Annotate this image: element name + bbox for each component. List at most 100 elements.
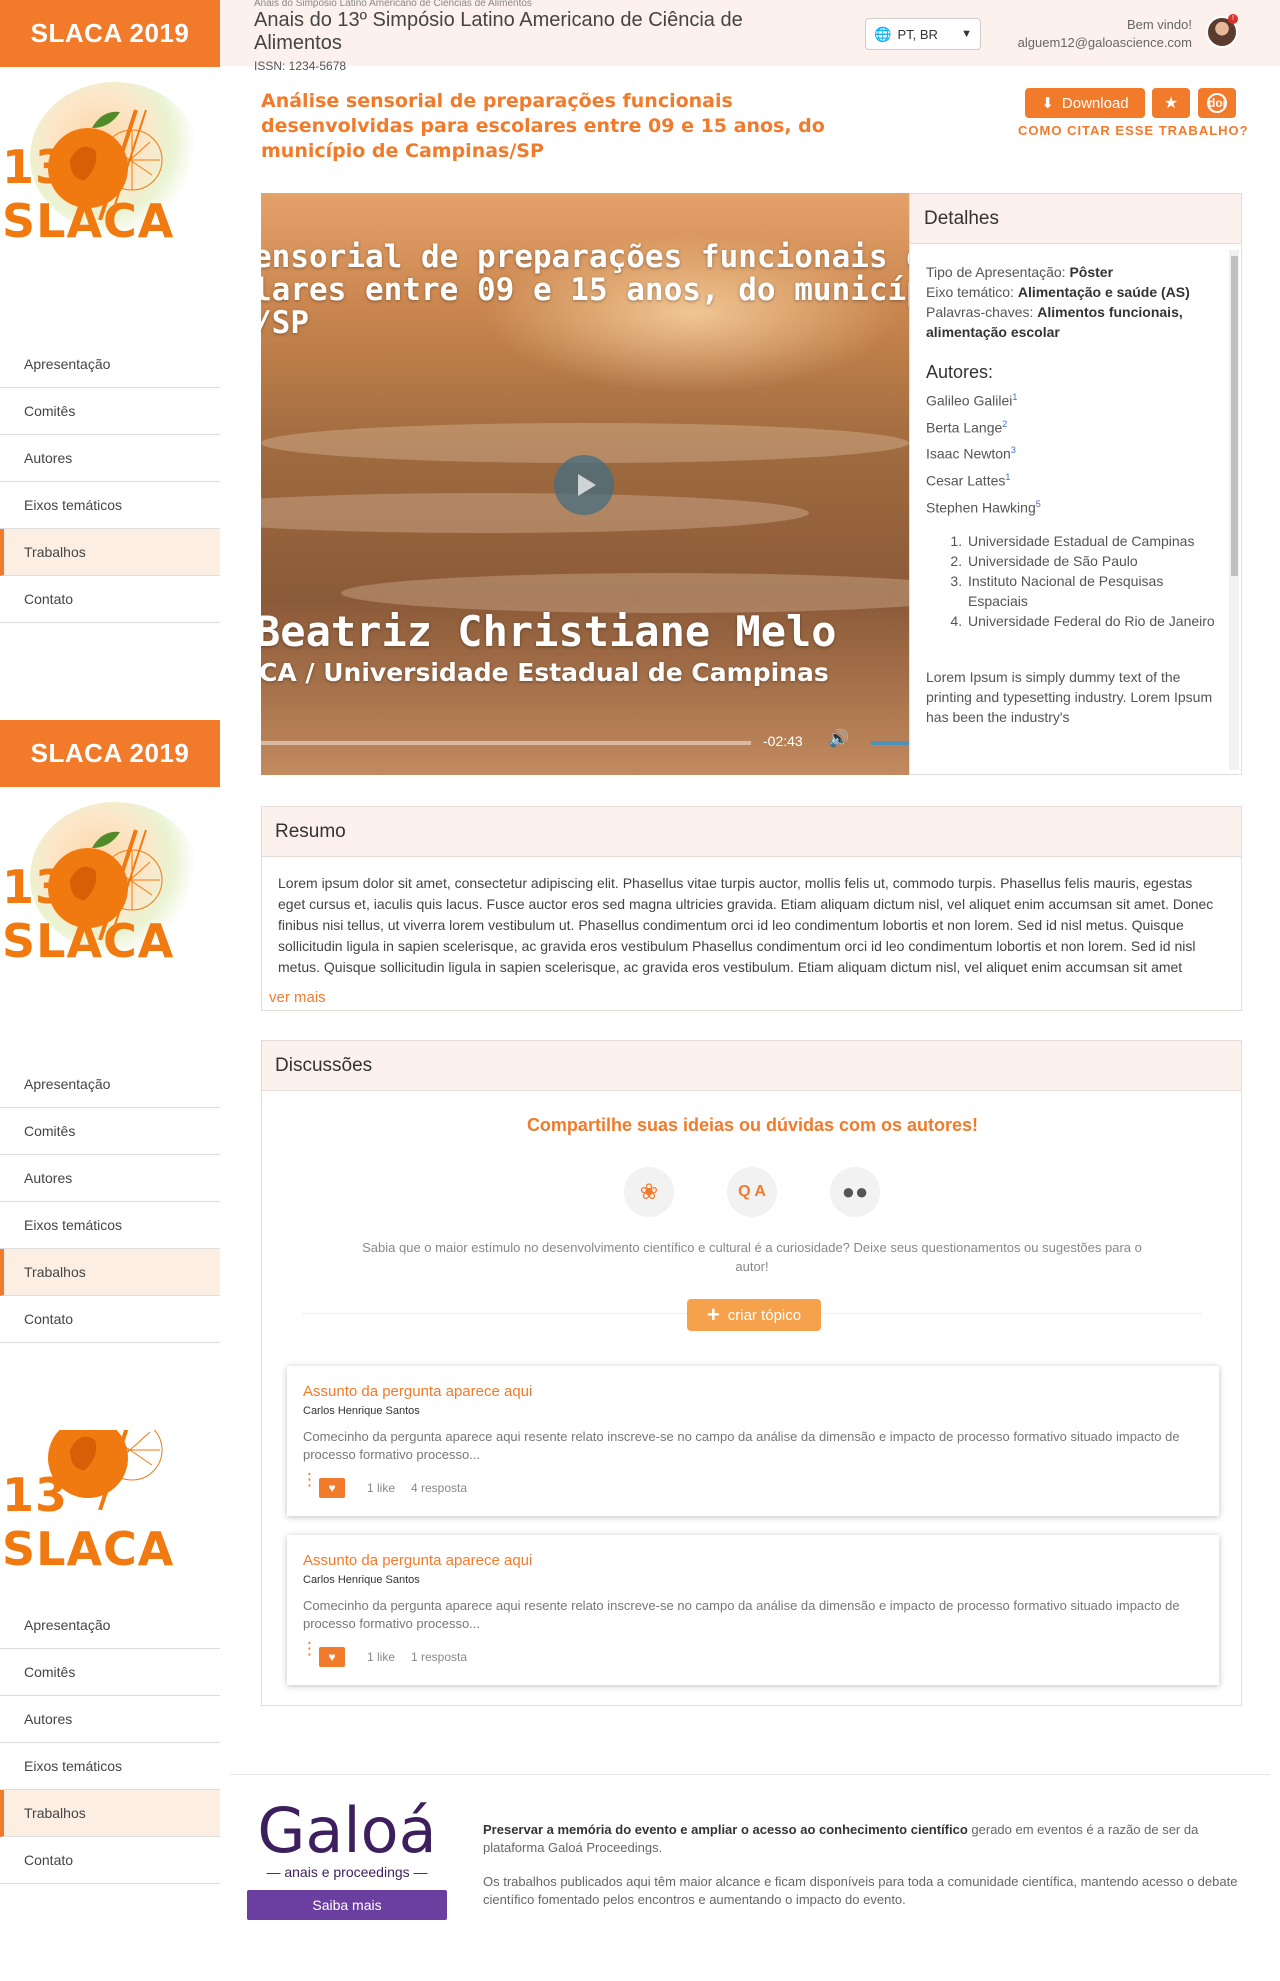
chevron-down-icon: ▼	[961, 28, 972, 40]
sidebar-item-label: Eixos temáticos	[24, 1217, 123, 1233]
read-more-link[interactable]: ver mais	[269, 989, 326, 1006]
video-presenter: Beatriz Christiane Melo	[261, 607, 837, 656]
video-player[interactable]: ensorial de preparações funcionais desen…	[261, 193, 909, 775]
presentation-type: Pôster	[1069, 264, 1114, 280]
sidebar-item-autores[interactable]: Autores	[0, 435, 220, 482]
star-icon: ★	[1163, 95, 1179, 112]
sidebar-item-contato[interactable]: Contato	[0, 576, 220, 623]
discussions-card: Discussões Compartilhe suas ideias ou dú…	[261, 1040, 1242, 1706]
proceedings-small-title: Anais do Simpósio Latino Americano de Ci…	[254, 0, 532, 9]
sidebar-item-label: Trabalhos	[24, 1264, 86, 1280]
author-item[interactable]: Cesar Lattes1	[926, 466, 1216, 493]
sidebar-item-autores[interactable]: Autores	[0, 1696, 220, 1743]
details-body: Tipo de Apresentação: Pôster Eixo temáti…	[926, 262, 1216, 727]
author-item[interactable]: Berta Lange2	[926, 413, 1216, 440]
topic-preview: Comecinho da pergunta aparece aqui resen…	[303, 1429, 1180, 1462]
sidebar-item-comites[interactable]: Comitês	[0, 388, 220, 435]
issn: ISSN: 1234-5678	[254, 59, 347, 73]
affiliation-item: Universidade Federal do Rio de Janeiro	[966, 611, 1216, 631]
abstract-heading: Resumo	[262, 807, 1241, 857]
user-email: alguem12@galoascience.com	[1017, 35, 1192, 50]
like-button[interactable]: ♥	[319, 1647, 345, 1667]
video-title-overlay: ensorial de preparações funcionais desen…	[261, 239, 909, 341]
reply-count[interactable]: 4 resposta	[411, 1481, 467, 1495]
authors-heading: Autores:	[926, 362, 994, 382]
details-description: Lorem Ipsum is simply dummy text of the …	[926, 669, 1213, 726]
user-info[interactable]: Bem vindo! alguem12@galoascience.com	[1018, 16, 1192, 52]
top-header: Anais do Simpósio Latino Americano de Ci…	[220, 0, 1280, 73]
sidebar-item-eixos[interactable]: Eixos temáticos	[0, 1743, 220, 1790]
volume-slider[interactable]	[871, 741, 909, 745]
author-item[interactable]: Stephen Hawking5	[926, 493, 1216, 520]
sidebar-item-apresentacao[interactable]: Apresentação	[0, 1061, 220, 1108]
globe-icon: 🌐	[874, 25, 892, 42]
doi-button[interactable]: doi	[1198, 88, 1236, 118]
sidebar-item-apresentacao[interactable]: Apresentação	[0, 1602, 220, 1649]
sidebar-item-eixos[interactable]: Eixos temáticos	[0, 1202, 220, 1249]
details-scrollbar[interactable]	[1229, 250, 1239, 770]
event-logo[interactable]: 13 SLACA	[0, 790, 220, 990]
abstract-text: Lorem ipsum dolor sit amet, consectetur …	[278, 875, 1214, 975]
welcome-text: Bem vindo!	[1126, 17, 1192, 32]
detail-label: Eixo temático:	[926, 284, 1014, 300]
topic-title[interactable]: Assunto da pergunta aparece aqui	[303, 1383, 532, 1400]
event-badge[interactable]: SLACA 2019	[0, 720, 220, 787]
sidebar-item-label: Eixos temáticos	[24, 497, 123, 513]
sidebar-item-trabalhos[interactable]: Trabalhos	[0, 1790, 220, 1837]
author-item[interactable]: Isaac Newton3	[926, 439, 1216, 466]
topic-card[interactable]: Assunto da pergunta aparece aqui Carlos …	[287, 1535, 1219, 1685]
topic-title[interactable]: Assunto da pergunta aparece aqui	[303, 1552, 532, 1569]
sidebar-item-apresentacao[interactable]: Apresentação	[0, 341, 220, 388]
topic-preview: Comecinho da pergunta aparece aqui resen…	[303, 1598, 1180, 1631]
reply-count[interactable]: 1 resposta	[411, 1650, 467, 1664]
sidebar-item-label: Autores	[24, 1170, 73, 1186]
proceedings-title[interactable]: Anais do 13º Simpósio Latino Americano d…	[254, 9, 814, 55]
sidebar-item-label: Trabalhos	[24, 544, 86, 560]
video-progress-bar[interactable]	[261, 741, 751, 745]
download-button[interactable]: ⬇ Download	[1025, 88, 1145, 118]
sidebar-item-trabalhos[interactable]: Trabalhos	[0, 529, 220, 576]
sidebar-item-label: Apresentação	[24, 1076, 111, 1092]
language-value: PT, BR	[897, 26, 938, 42]
sidebar-nav: Apresentação Comitês Autores Eixos temát…	[0, 1602, 220, 1884]
sidebar-item-contato[interactable]: Contato	[0, 1296, 220, 1343]
more-options-icon[interactable]: ⋮	[301, 1471, 318, 1488]
sidebar-item-autores[interactable]: Autores	[0, 1155, 220, 1202]
affiliation-item: Universidade de São Paulo	[966, 551, 1216, 571]
sidebar-item-label: Trabalhos	[24, 1805, 86, 1821]
create-topic-button[interactable]: + criar tópico	[687, 1299, 821, 1331]
detail-label: Palavras-chaves:	[926, 304, 1034, 320]
notification-badge[interactable]: !	[1228, 14, 1238, 24]
favorite-button[interactable]: ★	[1152, 88, 1190, 118]
sidebar-item-label: Contato	[24, 1852, 74, 1868]
download-icon: ⬇	[1041, 95, 1054, 112]
event-logo[interactable]: 13 SLACA	[0, 1398, 220, 1598]
event-badge[interactable]: SLACA 2019	[0, 0, 220, 67]
more-options-icon[interactable]: ⋮	[301, 1640, 318, 1657]
affiliation-item: Instituto Nacional de Pesquisas Espaciai…	[966, 571, 1216, 611]
learn-more-button[interactable]: Saiba mais	[247, 1890, 447, 1920]
sidebar-item-label: Contato	[24, 1311, 74, 1327]
discussions-heading: Discussões	[262, 1041, 1241, 1091]
cite-link[interactable]: COMO CITAR ESSE TRABALHO?	[1018, 123, 1249, 138]
like-button[interactable]: ♥	[319, 1478, 345, 1498]
topic-card[interactable]: Assunto da pergunta aparece aqui Carlos …	[287, 1366, 1219, 1516]
people-icon: ●●	[830, 1167, 880, 1217]
volume-icon[interactable]: 🔊	[828, 729, 849, 749]
sidebar-item-trabalhos[interactable]: Trabalhos	[0, 1249, 220, 1296]
sidebar-item-contato[interactable]: Contato	[0, 1837, 220, 1884]
sidebar-nav: Apresentação Comitês Autores Eixos temát…	[0, 341, 220, 623]
event-logo[interactable]: 13 SLACA	[0, 70, 220, 270]
play-button[interactable]	[554, 455, 614, 515]
sidebar-item-eixos[interactable]: Eixos temáticos	[0, 482, 220, 529]
logo-text: 13 SLACA	[2, 140, 175, 248]
language-select[interactable]: 🌐 PT, BR ▼	[865, 18, 981, 50]
sidebar-item-comites[interactable]: Comitês	[0, 1649, 220, 1696]
event-badge-label: SLACA 2019	[30, 738, 190, 768]
author-item[interactable]: Galileo Galilei1	[926, 386, 1216, 413]
logo-text: 13 SLACA	[2, 1468, 175, 1576]
sidebar-item-comites[interactable]: Comitês	[0, 1108, 220, 1155]
galoa-logo[interactable]: Galoá — anais e proceedings — Saiba mais	[247, 1800, 447, 1920]
qa-icon: Q A	[727, 1167, 777, 1217]
sidebar-item-label: Comitês	[24, 1123, 76, 1139]
